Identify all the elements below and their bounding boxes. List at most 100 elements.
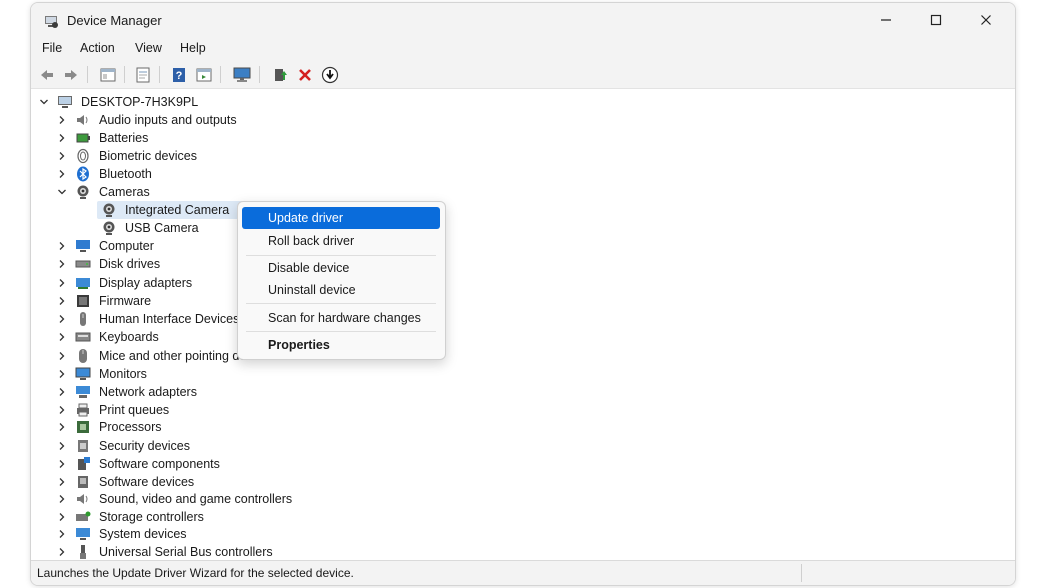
- update-driver-icon[interactable]: [270, 65, 290, 85]
- category-label: Universal Serial Bus controllers: [99, 545, 273, 559]
- show-hide-tree-icon[interactable]: [98, 65, 118, 85]
- speaker-icon: [75, 112, 91, 128]
- category-label: Disk drives: [99, 257, 161, 271]
- tree-category[interactable]: Audio inputs and outputs: [55, 111, 237, 129]
- chevron-right-icon[interactable]: [55, 439, 69, 453]
- back-arrow-icon[interactable]: [37, 65, 57, 85]
- category-label: Cameras: [99, 185, 150, 199]
- tree-category[interactable]: Sound, video and game controllers: [55, 490, 292, 508]
- tree-root[interactable]: DESKTOP-7H3K9PL: [37, 93, 198, 111]
- view-icon[interactable]: [194, 65, 214, 85]
- chevron-right-icon[interactable]: [55, 113, 69, 127]
- monitor-icon[interactable]: [232, 65, 252, 85]
- tree-category[interactable]: Computer: [55, 237, 154, 255]
- category-label: Monitors: [99, 367, 147, 381]
- processor-icon: [75, 419, 91, 435]
- chevron-right-icon[interactable]: [55, 527, 69, 541]
- ctx-disable-device[interactable]: Disable device: [242, 257, 440, 279]
- chevron-down-icon[interactable]: [55, 185, 69, 199]
- tree-category[interactable]: Print queues: [55, 401, 169, 419]
- camera-icon: [75, 184, 91, 200]
- tree-category[interactable]: Human Interface Devices: [55, 310, 239, 328]
- chevron-right-icon[interactable]: [55, 457, 69, 471]
- chevron-right-icon[interactable]: [55, 420, 69, 434]
- maximize-button[interactable]: [913, 3, 959, 37]
- tree-category[interactable]: Storage controllers: [55, 508, 204, 526]
- tree-category[interactable]: Keyboards: [55, 328, 159, 346]
- software-device-icon: [75, 474, 91, 490]
- battery-icon: [75, 130, 91, 146]
- chevron-right-icon[interactable]: [55, 276, 69, 290]
- chevron-right-icon[interactable]: [55, 149, 69, 163]
- close-button[interactable]: [963, 3, 1009, 37]
- disk-drive-icon: [75, 256, 91, 272]
- status-bar: Launches the Update Driver Wizard for th…: [31, 560, 1015, 585]
- tree-category[interactable]: Network adapters: [55, 383, 197, 401]
- ctx-roll-back-driver[interactable]: Roll back driver: [242, 230, 440, 252]
- category-label: Display adapters: [99, 276, 193, 290]
- keyboard-icon: [75, 329, 91, 345]
- title-bar[interactable]: Device Manager: [31, 3, 1015, 37]
- chevron-right-icon[interactable]: [55, 257, 69, 271]
- category-label: Keyboards: [99, 330, 159, 344]
- display-adapter-icon: [75, 275, 91, 291]
- chevron-right-icon[interactable]: [55, 294, 69, 308]
- chevron-right-icon[interactable]: [55, 403, 69, 417]
- menu-file[interactable]: File: [42, 41, 62, 55]
- ctx-uninstall-device[interactable]: Uninstall device: [242, 279, 440, 301]
- tree-category[interactable]: Disk drives: [55, 255, 160, 273]
- chevron-down-icon[interactable]: [37, 95, 51, 109]
- category-label: Audio inputs and outputs: [99, 113, 237, 127]
- menu-view[interactable]: View: [135, 41, 162, 55]
- category-label: Print queues: [99, 403, 170, 417]
- menu-action[interactable]: Action: [80, 41, 115, 55]
- tree-category[interactable]: Display adapters: [55, 274, 192, 292]
- chevron-right-icon[interactable]: [55, 385, 69, 399]
- download-driver-icon[interactable]: [320, 65, 340, 85]
- chevron-right-icon[interactable]: [55, 475, 69, 489]
- chevron-right-icon[interactable]: [55, 492, 69, 506]
- chevron-right-icon[interactable]: [55, 312, 69, 326]
- chevron-right-icon[interactable]: [55, 239, 69, 253]
- menu-bar: [31, 37, 1015, 60]
- tree-device[interactable]: Integrated Camera: [97, 201, 244, 219]
- forward-arrow-icon[interactable]: [61, 65, 81, 85]
- tree-category[interactable]: Bluetooth: [55, 165, 152, 183]
- tree-category[interactable]: System devices: [55, 525, 187, 543]
- toolbar-separator: [259, 66, 260, 83]
- category-label: Storage controllers: [99, 510, 204, 524]
- tree-category[interactable]: Biometric devices: [55, 147, 197, 165]
- tree-category[interactable]: Firmware: [55, 292, 151, 310]
- category-label: Processors: [99, 420, 162, 434]
- printer-icon: [75, 402, 91, 418]
- uninstall-x-icon[interactable]: [295, 65, 315, 85]
- chevron-right-icon[interactable]: [55, 131, 69, 145]
- chevron-right-icon[interactable]: [55, 330, 69, 344]
- help-icon[interactable]: ?: [169, 65, 189, 85]
- minimize-button[interactable]: [863, 3, 909, 37]
- chevron-right-icon[interactable]: [55, 510, 69, 524]
- menu-help[interactable]: Help: [180, 41, 206, 55]
- chevron-right-icon[interactable]: [55, 545, 69, 559]
- camera-icon: [101, 220, 117, 236]
- system-device-icon: [75, 526, 91, 542]
- properties-icon[interactable]: [133, 65, 153, 85]
- tree-category[interactable]: Cameras: [55, 183, 150, 201]
- software-component-icon: [75, 456, 91, 472]
- tree-category[interactable]: Universal Serial Bus controllers: [55, 543, 273, 561]
- ctx-update-driver[interactable]: Update driver: [242, 207, 440, 229]
- ctx-properties[interactable]: Properties: [242, 334, 440, 356]
- tree-category[interactable]: Batteries: [55, 129, 148, 147]
- tree-device[interactable]: USB Camera: [97, 219, 199, 237]
- chevron-right-icon[interactable]: [55, 167, 69, 181]
- chevron-right-icon[interactable]: [55, 367, 69, 381]
- bluetooth-icon: [75, 166, 91, 182]
- tree-category[interactable]: Monitors: [55, 365, 147, 383]
- tree-category[interactable]: Software components: [55, 455, 220, 473]
- tree-category[interactable]: Processors: [55, 418, 162, 436]
- chevron-right-icon[interactable]: [55, 349, 69, 363]
- tree-category[interactable]: Software devices: [55, 473, 194, 491]
- device-manager-app-icon: [43, 13, 59, 29]
- ctx-scan-hardware[interactable]: Scan for hardware changes: [242, 307, 440, 329]
- tree-category[interactable]: Security devices: [55, 437, 190, 455]
